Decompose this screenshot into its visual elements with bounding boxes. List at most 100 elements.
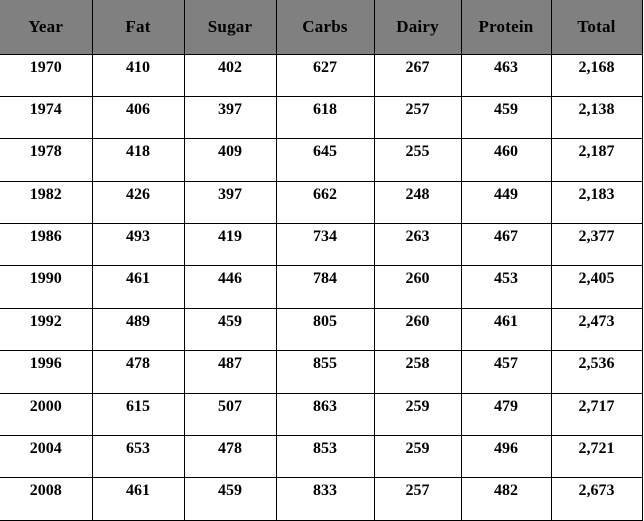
- cell-carbs: 618: [276, 96, 375, 140]
- table-row: 1986 493 419 734 263 467 2,377: [0, 223, 642, 267]
- table-row: 1992 489 459 805 260 461 2,473: [0, 308, 642, 352]
- cell-carbs: 662: [276, 181, 375, 225]
- column-header-fat[interactable]: Fat: [92, 0, 185, 55]
- cell-sugar: 459: [184, 308, 277, 352]
- cell-year: 2008: [0, 477, 93, 521]
- cell-fat: 461: [92, 265, 185, 309]
- cell-protein: 479: [461, 393, 552, 437]
- table-row: 2000 615 507 863 259 479 2,717: [0, 393, 642, 437]
- cell-fat: 615: [92, 393, 185, 437]
- cell-protein: 453: [461, 265, 552, 309]
- cell-carbs: 645: [276, 138, 375, 182]
- column-header-protein[interactable]: Protein: [461, 0, 552, 55]
- cell-fat: 426: [92, 181, 185, 225]
- cell-total: 2,673: [551, 477, 642, 521]
- cell-total: 2,138: [551, 96, 642, 140]
- table-row: 1970 410 402 627 267 463 2,168: [0, 54, 642, 97]
- column-header-dairy[interactable]: Dairy: [374, 0, 462, 55]
- table-header-row: Year Fat Sugar Carbs Dairy Protein Total: [0, 0, 642, 55]
- cell-protein: 482: [461, 477, 552, 521]
- nutrient-data-table: Year Fat Sugar Carbs Dairy Protein Total…: [0, 0, 643, 521]
- cell-year: 1982: [0, 181, 93, 225]
- cell-year: 1992: [0, 308, 93, 352]
- cell-sugar: 459: [184, 477, 277, 521]
- cell-total: 2,405: [551, 265, 642, 309]
- cell-year: 1996: [0, 350, 93, 394]
- cell-fat: 406: [92, 96, 185, 140]
- cell-sugar: 487: [184, 350, 277, 394]
- cell-dairy: 260: [374, 308, 462, 352]
- cell-total: 2,473: [551, 308, 642, 352]
- cell-fat: 461: [92, 477, 185, 521]
- table-row: 2004 653 478 853 259 496 2,721: [0, 435, 642, 479]
- cell-year: 1978: [0, 138, 93, 182]
- table-row: 1996 478 487 855 258 457 2,536: [0, 350, 642, 394]
- table-header: Year Fat Sugar Carbs Dairy Protein Total: [0, 0, 642, 55]
- cell-protein: 459: [461, 96, 552, 140]
- cell-sugar: 419: [184, 223, 277, 267]
- cell-fat: 478: [92, 350, 185, 394]
- cell-carbs: 734: [276, 223, 375, 267]
- cell-dairy: 258: [374, 350, 462, 394]
- cell-total: 2,721: [551, 435, 642, 479]
- cell-total: 2,717: [551, 393, 642, 437]
- cell-year: 1990: [0, 265, 93, 309]
- cell-dairy: 257: [374, 96, 462, 140]
- cell-protein: 467: [461, 223, 552, 267]
- cell-dairy: 267: [374, 54, 462, 97]
- cell-carbs: 805: [276, 308, 375, 352]
- table-row: 1990 461 446 784 260 453 2,405: [0, 265, 642, 309]
- cell-protein: 457: [461, 350, 552, 394]
- cell-year: 2004: [0, 435, 93, 479]
- cell-fat: 493: [92, 223, 185, 267]
- cell-carbs: 627: [276, 54, 375, 97]
- cell-carbs: 833: [276, 477, 375, 521]
- cell-year: 1986: [0, 223, 93, 267]
- cell-carbs: 863: [276, 393, 375, 437]
- nutrient-table-container: Year Fat Sugar Carbs Dairy Protein Total…: [0, 0, 644, 521]
- cell-total: 2,187: [551, 138, 642, 182]
- table-row: 1978 418 409 645 255 460 2,187: [0, 138, 642, 182]
- cell-sugar: 478: [184, 435, 277, 479]
- cell-year: 1974: [0, 96, 93, 140]
- table-row: 2008 461 459 833 257 482 2,673: [0, 477, 642, 521]
- cell-fat: 653: [92, 435, 185, 479]
- cell-total: 2,168: [551, 54, 642, 97]
- cell-fat: 418: [92, 138, 185, 182]
- cell-dairy: 255: [374, 138, 462, 182]
- cell-carbs: 855: [276, 350, 375, 394]
- cell-dairy: 259: [374, 393, 462, 437]
- cell-dairy: 257: [374, 477, 462, 521]
- cell-sugar: 397: [184, 96, 277, 140]
- cell-total: 2,183: [551, 181, 642, 225]
- cell-dairy: 248: [374, 181, 462, 225]
- cell-sugar: 409: [184, 138, 277, 182]
- table-body: 1970 410 402 627 267 463 2,168 1974 406 397 618 257…: [0, 54, 642, 521]
- table-row: 1974 406 397 618 257 459 2,138: [0, 96, 642, 140]
- cell-year: 1970: [0, 54, 93, 97]
- cell-protein: 463: [461, 54, 552, 97]
- cell-protein: 449: [461, 181, 552, 225]
- cell-total: 2,377: [551, 223, 642, 267]
- column-header-carbs[interactable]: Carbs: [276, 0, 375, 55]
- cell-dairy: 259: [374, 435, 462, 479]
- cell-sugar: 446: [184, 265, 277, 309]
- cell-carbs: 784: [276, 265, 375, 309]
- table-row: 1982 426 397 662 248 449 2,183: [0, 181, 642, 225]
- cell-sugar: 402: [184, 54, 277, 97]
- column-header-total[interactable]: Total: [551, 0, 642, 55]
- cell-dairy: 260: [374, 265, 462, 309]
- cell-fat: 489: [92, 308, 185, 352]
- cell-protein: 496: [461, 435, 552, 479]
- cell-sugar: 507: [184, 393, 277, 437]
- cell-fat: 410: [92, 54, 185, 97]
- cell-protein: 460: [461, 138, 552, 182]
- column-header-year[interactable]: Year: [0, 0, 93, 55]
- cell-protein: 461: [461, 308, 552, 352]
- cell-year: 2000: [0, 393, 93, 437]
- column-header-sugar[interactable]: Sugar: [184, 0, 277, 55]
- cell-total: 2,536: [551, 350, 642, 394]
- cell-sugar: 397: [184, 181, 277, 225]
- cell-carbs: 853: [276, 435, 375, 479]
- cell-dairy: 263: [374, 223, 462, 267]
